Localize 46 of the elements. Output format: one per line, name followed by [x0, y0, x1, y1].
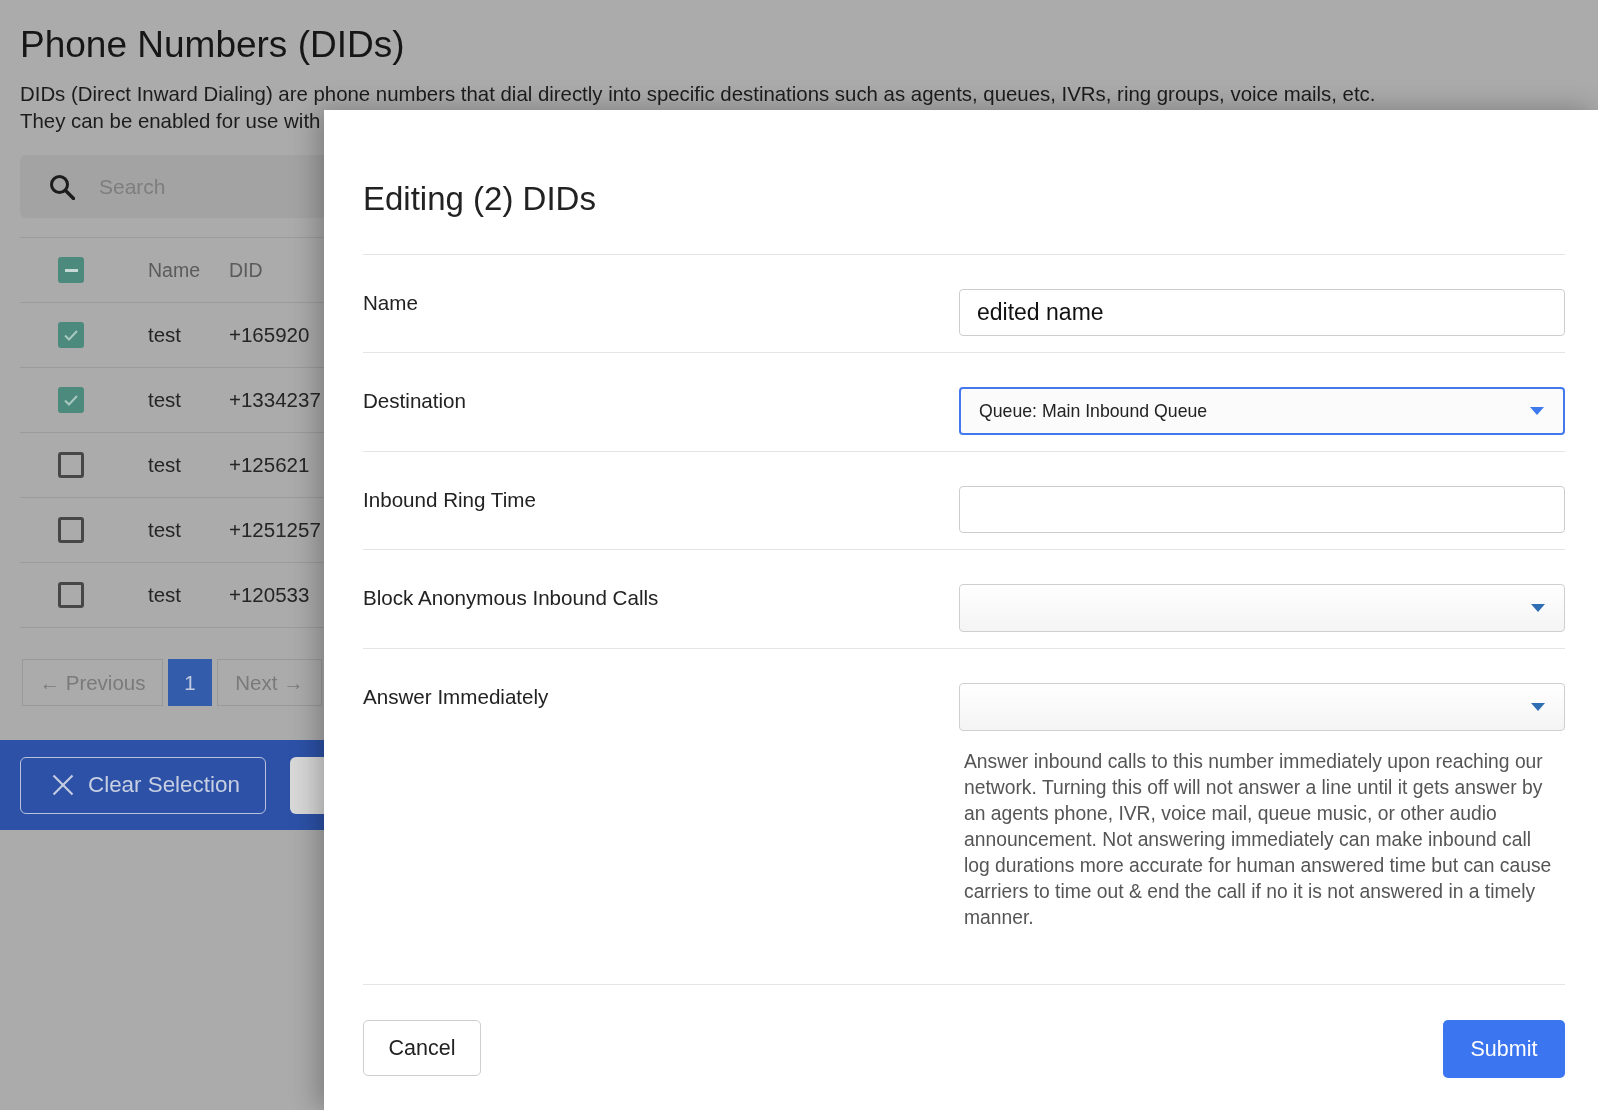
clear-selection-button[interactable]: Clear Selection — [20, 756, 266, 814]
checkbox[interactable] — [58, 452, 84, 478]
text-field[interactable]: edited name — [959, 289, 1565, 336]
table-cell: +125621 — [229, 453, 310, 477]
table-cell: test — [148, 323, 182, 347]
page-button[interactable]: 1 — [168, 659, 212, 706]
table-cell: +1251257 — [229, 518, 321, 542]
minus-icon — [64, 268, 78, 272]
caret-icon — [1531, 703, 1545, 711]
dropdown[interactable] — [959, 584, 1565, 632]
checkbox[interactable] — [58, 322, 84, 348]
table-cell: test — [148, 518, 182, 542]
checkbox[interactable] — [58, 517, 84, 543]
close-icon — [52, 774, 74, 796]
caret-icon — [1530, 407, 1544, 415]
dropdown[interactable] — [959, 683, 1565, 731]
dropdown[interactable]: Queue: Main Inbound Queue — [959, 387, 1565, 435]
table-cell: test — [148, 453, 182, 477]
field-label: Destination — [363, 388, 467, 414]
column-header[interactable]: Name — [148, 258, 201, 282]
submit-button[interactable]: Submit — [1443, 1020, 1565, 1078]
field-label: Inbound Ring Time — [363, 487, 536, 513]
page-title: Phone Numbers (DIDs) — [20, 23, 405, 67]
action-button[interactable] — [290, 756, 324, 814]
column-header[interactable]: DID — [229, 258, 263, 282]
table-cell: +1334237 — [229, 388, 321, 412]
dialog-title: Editing (2) DIDs — [363, 110, 1565, 255]
field-label: Block Anonymous Inbound Calls — [363, 585, 659, 611]
select-all-checkbox[interactable] — [58, 257, 84, 283]
cancel-button[interactable]: Cancel — [363, 1020, 481, 1076]
search-icon — [49, 173, 75, 200]
description-text: They can be enabled for use with — [20, 109, 321, 134]
description-text: DIDs (Direct Inward Dialing) are phone numbers that dial directly into specific destinations such as agents, queues, IVRs, ring groups, voice mails, etc. — [20, 82, 1376, 107]
table-cell: +120533 — [229, 583, 310, 607]
check-icon — [64, 329, 78, 341]
help-text: Answer inbound calls to this number immediately upon reaching our network. Turning this off will not answer a line until it gets answer by an agents phone, IVR, voice mail, queue music, or other audio announcement. Not answering immediately can make inbound call log durations more accurate for human answered time but can cause carriers to time out & end the call if no it is not answered in a timely manner. — [963, 750, 1553, 930]
caret-icon — [1531, 604, 1545, 612]
checkbox[interactable] — [58, 582, 84, 608]
table-cell: test — [148, 583, 182, 607]
field-label: Name — [363, 290, 418, 316]
field-label: Answer Immediately — [363, 684, 549, 710]
table-cell: +165920 — [229, 323, 310, 347]
checkbox[interactable] — [58, 387, 84, 413]
text-field[interactable] — [959, 486, 1565, 533]
check-icon — [64, 394, 78, 406]
table-cell: test — [148, 388, 182, 412]
